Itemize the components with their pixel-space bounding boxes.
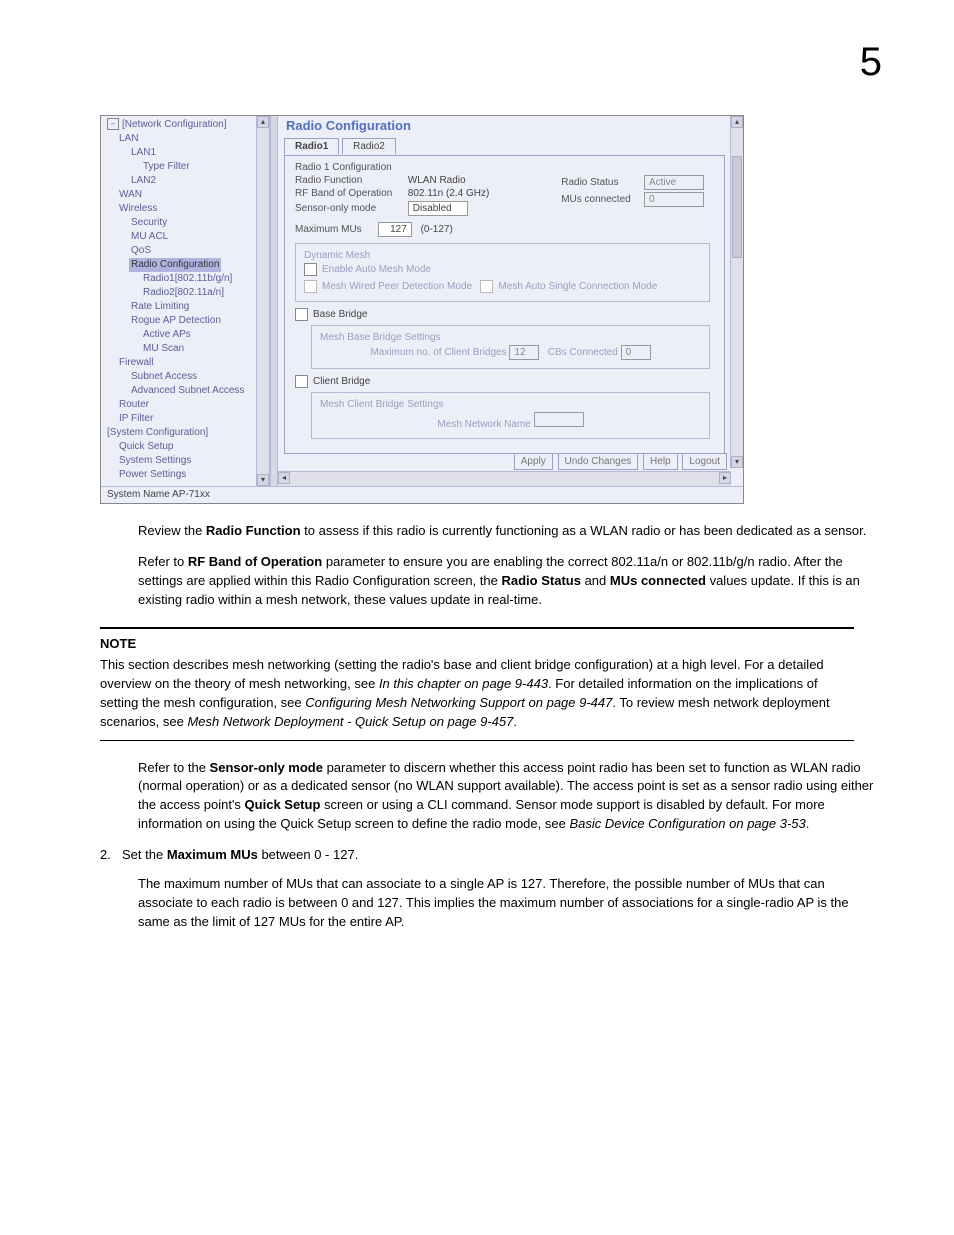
- legend-dynmesh: Dynamic Mesh: [300, 250, 374, 261]
- note-body: This section describes mesh networking (…: [100, 656, 854, 731]
- nav-item-quick[interactable]: Quick Setup: [117, 441, 175, 452]
- paragraph-rf-band: Refer to RF Band of Operation parameter …: [138, 553, 874, 610]
- value-cbs-conn: 0: [621, 345, 651, 360]
- tab-radio1[interactable]: Radio1: [284, 138, 339, 155]
- label-mesh-name: Mesh Network Name: [437, 419, 530, 430]
- label-sensor: Sensor-only mode: [295, 203, 405, 214]
- fieldset-client-bridge: Mesh Client Bridge Settings Mesh Network…: [311, 392, 710, 439]
- paragraph-radio-function: Review the Radio Function to assess if t…: [138, 522, 874, 541]
- nav-item-lan1[interactable]: LAN1: [129, 147, 158, 158]
- input-maxmus[interactable]: 127: [378, 222, 412, 237]
- value-max-cb: 12: [509, 345, 539, 360]
- nav-item-type-filter[interactable]: Type Filter: [141, 161, 192, 172]
- splitter[interactable]: [270, 116, 278, 486]
- value-radio-function: WLAN Radio: [408, 175, 466, 186]
- nav-item-subnet[interactable]: Subnet Access: [129, 371, 199, 382]
- nav-item-radio1[interactable]: Radio1[802.11b/g/n]: [141, 273, 234, 284]
- scroll-up-icon[interactable]: ▴: [257, 116, 269, 128]
- label-radio-status: Radio Status: [561, 177, 641, 188]
- scroll-left-icon[interactable]: ◂: [278, 472, 290, 484]
- note-block: NOTE This section describes mesh network…: [100, 627, 854, 740]
- nav-item-adv-subnet[interactable]: Advanced Subnet Access: [129, 385, 246, 396]
- content-scrollbar-h[interactable]: ◂ ▸: [278, 471, 731, 486]
- nav-item-mu-scan[interactable]: MU Scan: [141, 343, 186, 354]
- nav-item-rate[interactable]: Rate Limiting: [129, 301, 191, 312]
- step-2-detail: The maximum number of MUs that can assoc…: [138, 875, 874, 932]
- apply-button[interactable]: Apply: [514, 453, 553, 470]
- nav-item-wan[interactable]: WAN: [117, 189, 144, 200]
- nav-item-router[interactable]: Router: [117, 399, 151, 410]
- scroll-right-icon[interactable]: ▸: [719, 472, 731, 484]
- label-max-cb: Maximum no. of Client Bridges: [370, 347, 506, 358]
- label-peer-detect: Mesh Wired Peer Detection Mode: [322, 281, 472, 292]
- nav-item-lan[interactable]: LAN: [117, 133, 140, 144]
- content-scrollbar-v[interactable]: ▴ ▾: [730, 116, 743, 468]
- scroll-thumb[interactable]: [732, 156, 742, 258]
- nav-item-power[interactable]: Power Settings: [117, 469, 188, 480]
- fieldset-dynmesh: Dynamic Mesh Enable Auto Mesh Mode Mesh …: [295, 243, 710, 302]
- content-pane: Radio Configuration Radio1 Radio2 Radio …: [278, 116, 743, 486]
- label-base-bridge: Base Bridge: [313, 309, 367, 320]
- nav-item-muacl[interactable]: MU ACL: [129, 231, 170, 242]
- fieldset-radio1: Radio 1 Configuration Radio Function WLA…: [284, 155, 725, 454]
- nav-item-lan2[interactable]: LAN2: [129, 175, 158, 186]
- nav-item-radio-config[interactable]: Radio Configuration: [129, 258, 221, 272]
- checkbox-single-conn: [480, 280, 493, 293]
- nav-scrollbar[interactable]: ▴ ▾: [256, 116, 269, 486]
- scroll-up-icon[interactable]: ▴: [731, 116, 743, 128]
- nav-item-rogue[interactable]: Rogue AP Detection: [129, 315, 223, 326]
- checkbox-base-bridge[interactable]: [295, 308, 308, 321]
- legend-base-bridge: Mesh Base Bridge Settings: [316, 332, 445, 343]
- content-title: Radio Configuration: [278, 116, 743, 135]
- tab-radio2[interactable]: Radio2: [342, 138, 396, 154]
- page-number: 5: [60, 40, 894, 85]
- value-sensor[interactable]: Disabled: [408, 201, 468, 216]
- help-button[interactable]: Help: [643, 453, 678, 470]
- tree-toggle-icon[interactable]: –: [107, 118, 119, 130]
- fieldset-base-bridge: Mesh Base Bridge Settings Maximum no. of…: [311, 325, 710, 369]
- nav-item-sysconfig[interactable]: [System Configuration]: [105, 427, 210, 438]
- nav-item-qos[interactable]: QoS: [129, 245, 153, 256]
- scroll-down-icon[interactable]: ▾: [731, 456, 743, 468]
- logout-button[interactable]: Logout: [682, 453, 727, 470]
- checkbox-auto-mesh[interactable]: [304, 263, 317, 276]
- note-title: NOTE: [100, 635, 854, 654]
- value-mesh-name: [534, 412, 584, 427]
- label-auto-mesh: Enable Auto Mesh Mode: [322, 264, 431, 275]
- label-single-conn: Mesh Auto Single Connection Mode: [498, 281, 657, 292]
- undo-button[interactable]: Undo Changes: [558, 453, 639, 470]
- legend-client-bridge: Mesh Client Bridge Settings: [316, 399, 447, 410]
- checkbox-peer-detect: [304, 280, 317, 293]
- step-number: 2.: [100, 846, 122, 865]
- nav-tree: –[Network Configuration] LAN LAN1 Type F…: [101, 116, 270, 486]
- paragraph-sensor: Refer to the Sensor-only mode parameter …: [138, 759, 874, 834]
- value-musconn: 0: [644, 192, 704, 207]
- nav-item-security[interactable]: Security: [129, 217, 169, 228]
- nav-item-active-aps[interactable]: Active APs: [141, 329, 193, 340]
- label-radio-function: Radio Function: [295, 175, 405, 186]
- value-radio-status: Active: [644, 175, 704, 190]
- label-cbs-conn: CBs Connected: [548, 347, 618, 358]
- checkbox-client-bridge[interactable]: [295, 375, 308, 388]
- label-maxmus-range: (0-127): [421, 224, 453, 235]
- button-row: Apply Undo Changes Help Logout: [512, 453, 727, 470]
- status-bar: System Name AP-71xx: [101, 486, 743, 503]
- nav-item-wireless[interactable]: Wireless: [117, 203, 159, 214]
- legend-radio1: Radio 1 Configuration: [291, 162, 396, 173]
- nav-item-radio2[interactable]: Radio2[802.11a/n]: [141, 287, 226, 298]
- label-rfband: RF Band of Operation: [295, 188, 405, 199]
- step-2: 2. Set the Maximum MUs between 0 - 127.: [100, 846, 874, 865]
- label-client-bridge: Client Bridge: [313, 376, 370, 387]
- scroll-down-icon[interactable]: ▾: [257, 474, 269, 486]
- nav-item-syssettings[interactable]: System Settings: [117, 455, 193, 466]
- nav-root[interactable]: –[Network Configuration]: [105, 118, 269, 132]
- label-musconn: MUs connected: [561, 194, 641, 205]
- nav-item-firewall[interactable]: Firewall: [117, 357, 155, 368]
- screenshot: –[Network Configuration] LAN LAN1 Type F…: [100, 115, 744, 504]
- value-rfband: 802.11n (2.4 GHz): [408, 188, 490, 199]
- label-maxmus: Maximum MUs: [295, 224, 375, 235]
- nav-item-ipfilter[interactable]: IP Filter: [117, 413, 155, 424]
